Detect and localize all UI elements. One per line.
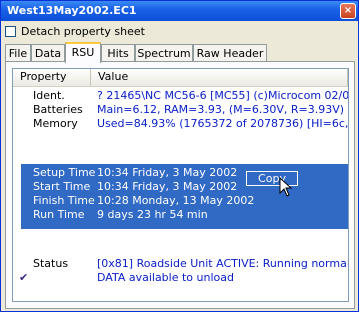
property-name: Batteries — [33, 103, 83, 116]
property-value: 10:34 Friday, 3 May 2002 — [97, 180, 238, 193]
title-bar[interactable]: West13May2002.EC1 × — [1, 1, 358, 21]
tab-spectrum[interactable]: Spectrum — [135, 44, 193, 62]
property-value: 9 days 23 hr 54 min — [97, 208, 208, 221]
mouse-pointer-icon — [279, 177, 293, 197]
property-value: 10:34 Friday, 3 May 2002 — [97, 166, 238, 179]
property-name: Finish Time — [33, 194, 95, 207]
property-name: Memory — [33, 117, 78, 130]
list-item[interactable]: ✔ DATA available to unload — [13, 271, 348, 284]
detach-property-sheet-checkbox[interactable]: Detach property sheet — [5, 23, 145, 39]
property-value: DATA available to unload — [97, 271, 234, 284]
property-window: West13May2002.EC1 × Detach property shee… — [0, 0, 359, 312]
tab-raw-header[interactable]: Raw Header — [193, 44, 267, 62]
property-name: Start Time — [33, 180, 91, 193]
tab-strip: File Data RSU Hits Spectrum Raw Header — [5, 42, 355, 63]
property-value: [0x81] Roadside Unit ACTIVE: Running nor… — [97, 257, 349, 270]
property-name: Status — [33, 257, 69, 270]
tab-rsu[interactable]: RSU — [65, 42, 101, 63]
close-button[interactable]: × — [340, 3, 356, 19]
list-item-selected[interactable]: Finish Time 10:28 Monday, 13 May 2002 — [13, 194, 348, 207]
checkmark-icon: ✔ — [19, 271, 29, 284]
column-header-property[interactable]: Property — [13, 69, 91, 86]
list-item[interactable]: Batteries Main=6.12, RAM=3.93, (M=6.30V,… — [13, 103, 348, 116]
property-value: ? 21465\NC MC56-6 [MC55] (c)Microcom 02/… — [97, 89, 349, 102]
tab-file[interactable]: File — [5, 44, 31, 62]
list-item[interactable]: Ident. ? 21465\NC MC56-6 [MC55] (c)Micro… — [13, 89, 348, 102]
property-name: Run Time — [33, 208, 85, 221]
property-value: 10:28 Monday, 13 May 2002 — [97, 194, 255, 207]
list-item[interactable]: Status [0x81] Roadside Unit ACTIVE: Runn… — [13, 257, 348, 270]
property-list[interactable]: Property Value Ident. ? 21465\NC MC56-6 … — [12, 68, 349, 302]
list-header: Property Value — [13, 69, 348, 87]
rsu-tab-panel: Property Value Ident. ? 21465\NC MC56-6 … — [5, 61, 355, 309]
property-name: Setup Time — [33, 166, 96, 179]
tab-data[interactable]: Data — [31, 44, 65, 62]
checkbox-box[interactable] — [5, 25, 16, 37]
detach-label: Detach property sheet — [21, 24, 145, 38]
list-item[interactable]: Memory Used=84.93% (1765372 of 2078736) … — [13, 117, 348, 130]
property-value: Main=6.12, RAM=3.93, (M=6.30V, R=3.93V) — [97, 103, 345, 116]
list-item-selected[interactable]: Run Time 9 days 23 hr 54 min — [13, 208, 348, 221]
property-name: Ident. — [33, 89, 65, 102]
close-icon: × — [343, 5, 353, 16]
column-header-value[interactable]: Value — [91, 69, 348, 86]
tab-hits[interactable]: Hits — [101, 44, 135, 62]
property-value: Used=84.93% (1765372 of 2078736) [HI=6c,… — [97, 117, 349, 130]
window-title: West13May2002.EC1 — [7, 4, 137, 17]
